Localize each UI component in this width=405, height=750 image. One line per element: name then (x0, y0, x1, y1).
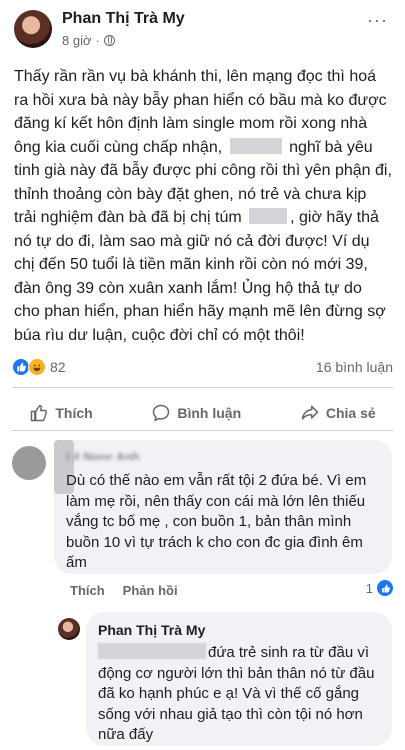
reply-author-name[interactable]: Phan Thị Trà My (98, 622, 205, 638)
redacted-block (98, 643, 206, 659)
commenter-avatar[interactable] (12, 446, 46, 480)
comment-icon (153, 404, 170, 422)
post-text-part-3: , giờ hãy thả nó tự do đi, làm sao mà gi… (14, 209, 386, 344)
share-icon (301, 405, 319, 420)
comment-reply-button[interactable]: Phản hồi (123, 583, 178, 598)
redacted-block (229, 137, 282, 154)
redacted-block (249, 208, 288, 224)
comment-author-name[interactable]: Lê Ngọc Anh (66, 450, 226, 460)
post-author-name[interactable]: Phan Thị Trà My (62, 10, 185, 28)
like-button[interactable]: Thích (29, 403, 93, 423)
comment-like-number: 1 (365, 580, 373, 596)
share-button-label: Chia sẻ (325, 405, 376, 421)
comment-button[interactable]: Bình luận (151, 403, 241, 423)
comment-button-label: Bình luận (177, 405, 242, 421)
reaction-count: 82 (50, 359, 66, 375)
reply-author-avatar[interactable] (58, 618, 80, 640)
post-header: Phan Thị Trà My 8 giờ · ··· (14, 8, 394, 52)
comment-count[interactable]: 16 bình luận (316, 359, 393, 375)
comment-like-button[interactable]: Thích (70, 583, 105, 598)
post-meta: 8 giờ · (62, 33, 115, 48)
post-text: Thấy rần rần vụ bà khánh thi, lên mạng đ… (14, 65, 392, 347)
globe-icon (103, 35, 115, 46)
post-time[interactable]: 8 giờ (62, 33, 92, 48)
thumbs-up-icon (31, 404, 48, 422)
comment-text: Dù có thế nào em vẫn rất tội 2 đứa bé. V… (66, 472, 367, 571)
comment-like-count[interactable]: 1 (366, 580, 393, 596)
comment-actions: Thích Phản hồi (70, 583, 178, 598)
share-button[interactable]: Chia sẻ (300, 403, 376, 423)
reply-text-container: đứa trẻ sinh ra từ đầu vì động cơ người … (98, 643, 388, 746)
reply-bubble: Phan Thị Trà My đứa trẻ sinh ra từ đầu v… (86, 612, 392, 746)
divider (12, 430, 393, 431)
divider (12, 387, 393, 388)
more-options-icon[interactable]: ··· (367, 10, 388, 31)
comment-bubble: Lê Ngọc Anh Dù có thế nào em vẫn rất tội… (54, 440, 392, 574)
like-button-label: Thích (55, 405, 93, 421)
post-action-bar: Thích Bình luận Chia sẻ (0, 398, 405, 428)
haha-reaction-icon (28, 358, 46, 376)
meta-separator: · (95, 33, 100, 48)
reaction-summary[interactable]: 82 (12, 358, 66, 376)
like-reaction-icon (377, 580, 393, 596)
author-avatar[interactable] (14, 10, 52, 48)
